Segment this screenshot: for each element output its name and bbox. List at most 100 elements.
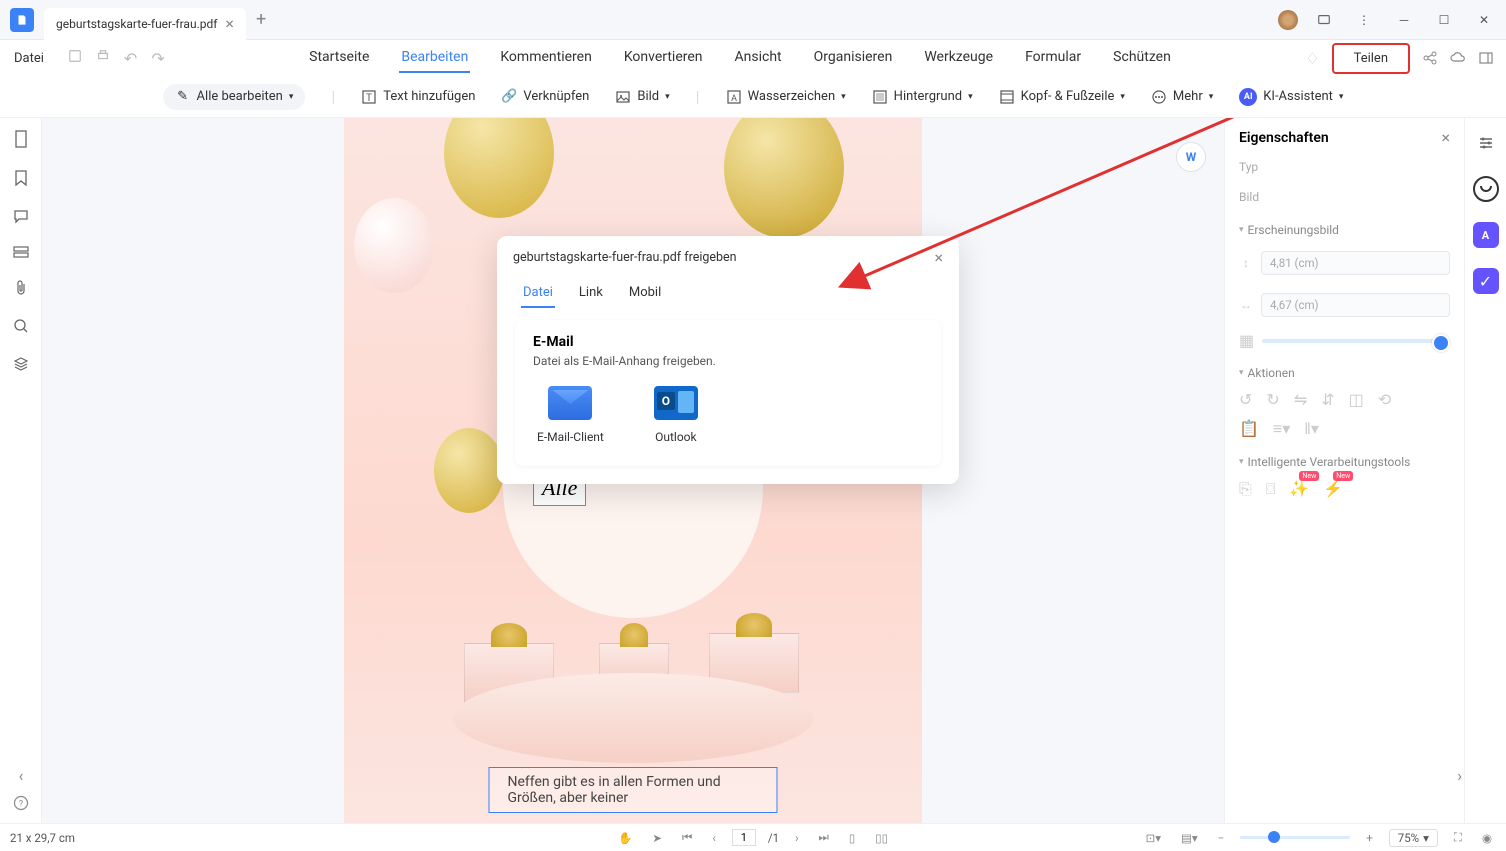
add-text-button[interactable]: T Text hinzufügen — [361, 89, 475, 105]
close-icon[interactable]: × — [225, 14, 234, 33]
check-icon[interactable]: ✓ — [1473, 268, 1499, 294]
two-page-icon[interactable]: ▯▯ — [871, 831, 892, 845]
width-input[interactable] — [1261, 293, 1450, 317]
view-mode-icon[interactable]: ▤▾ — [1177, 831, 1202, 845]
zoom-out-icon[interactable]: − — [1214, 831, 1229, 845]
zoom-value[interactable]: 75% ▾ — [1389, 829, 1438, 847]
close-window-icon[interactable]: ✕ — [1470, 6, 1498, 34]
page-input[interactable] — [732, 829, 756, 846]
zoom-slider[interactable] — [1240, 836, 1350, 839]
ai-tool-icon[interactable]: ⚡ — [1323, 479, 1343, 499]
fields-icon[interactable] — [13, 246, 29, 258]
height-icon: ↕ — [1239, 256, 1253, 270]
watermark-button[interactable]: A Wasserzeichen ▾ — [726, 89, 846, 105]
app-logo[interactable] — [10, 8, 34, 32]
extract-icon[interactable]: ⎘ — [1239, 479, 1252, 499]
ai-panel-icon[interactable]: A — [1473, 222, 1499, 248]
image-button[interactable]: Bild ▾ — [615, 89, 669, 105]
avatar[interactable] — [1278, 10, 1298, 30]
new-tab-button[interactable]: + — [256, 9, 266, 30]
flip-v-icon[interactable]: ⇵ — [1321, 390, 1334, 409]
menu-ansicht[interactable]: Ansicht — [733, 43, 784, 73]
panel-toggle-icon[interactable] — [1478, 50, 1494, 66]
outlook-option[interactable]: Outlook — [654, 386, 698, 444]
hand-tool-icon[interactable]: ✋ — [614, 831, 636, 845]
scroll-right-icon[interactable]: › — [1457, 766, 1462, 785]
save-icon[interactable] — [68, 49, 82, 68]
rotate-left-icon[interactable]: ↺ — [1239, 390, 1252, 409]
last-page-icon[interactable]: ⏭ — [815, 830, 833, 845]
ai-assist-button[interactable]: AI KI-Assistent ▾ — [1239, 88, 1343, 106]
layers-icon[interactable] — [13, 356, 29, 372]
opacity-slider[interactable] — [1262, 339, 1450, 343]
maximize-icon[interactable]: ☐ — [1430, 6, 1458, 34]
dialog-tab-link[interactable]: Link — [577, 279, 605, 308]
share-button[interactable]: Teilen — [1332, 43, 1410, 74]
word-badge[interactable]: W — [1176, 142, 1206, 172]
select-tool-icon[interactable]: ➤ — [648, 831, 666, 845]
menu-konvertieren[interactable]: Konvertieren — [622, 43, 705, 73]
tab-active[interactable]: geburtstagskarte-fuer-frau.pdf × — [44, 8, 246, 40]
undo-icon[interactable]: ↶ — [124, 49, 137, 68]
redo-icon[interactable]: ↷ — [151, 49, 164, 68]
dialog-tab-mobil[interactable]: Mobil — [627, 279, 663, 308]
height-input[interactable] — [1261, 251, 1450, 275]
thumbnail-icon[interactable] — [13, 130, 29, 148]
background-button[interactable]: Hintergrund ▾ — [872, 89, 973, 105]
comment-icon[interactable] — [13, 208, 29, 224]
read-mode-icon[interactable]: ◉ — [1478, 831, 1496, 845]
first-page-icon[interactable]: ⏮ — [678, 830, 696, 845]
close-icon[interactable]: × — [1441, 128, 1450, 147]
rotate-right-icon[interactable]: ↻ — [1266, 390, 1279, 409]
dialog-tab-datei[interactable]: Datei — [521, 279, 555, 308]
email-client-option[interactable]: E-Mail-Client — [537, 386, 604, 444]
replace-icon[interactable]: ⟲ — [1378, 390, 1391, 409]
ocr-icon[interactable]: ⌼ — [1266, 479, 1276, 499]
file-menu[interactable]: Datei — [0, 51, 58, 66]
single-page-icon[interactable]: ▯ — [845, 831, 859, 845]
enhance-icon[interactable]: ✨ — [1289, 479, 1309, 499]
help-icon[interactable]: ? — [13, 795, 29, 811]
menu-kommentieren[interactable]: Kommentieren — [498, 43, 593, 73]
settings-icon[interactable] — [1473, 130, 1499, 156]
menu-startseite[interactable]: Startseite — [307, 43, 371, 73]
menu-schuetzen[interactable]: Schützen — [1111, 43, 1173, 73]
prev-page-icon[interactable]: ‹ — [708, 831, 719, 845]
flip-h-icon[interactable]: ⇋ — [1294, 390, 1307, 409]
kebab-icon[interactable]: ⋮ — [1350, 6, 1378, 34]
cloud-icon[interactable] — [1450, 50, 1466, 66]
align-icon[interactable]: ≡▾ — [1273, 419, 1290, 439]
type-label: Typ — [1239, 160, 1258, 174]
menu-werkzeuge[interactable]: Werkzeuge — [922, 43, 995, 73]
caption-text-box[interactable]: Neffen gibt es in allen Formen und Größe… — [489, 767, 778, 813]
search-icon[interactable] — [13, 318, 29, 334]
menu-bearbeiten[interactable]: Bearbeiten — [399, 43, 470, 73]
zoom-in-icon[interactable]: + — [1362, 831, 1377, 845]
appearance-section[interactable]: Erscheinungsbild — [1239, 223, 1450, 237]
collapse-left-icon[interactable]: ‹ — [0, 766, 42, 785]
share-link-icon[interactable] — [1422, 50, 1438, 66]
more-button[interactable]: Mehr ▾ — [1151, 89, 1213, 105]
chat-icon[interactable] — [1310, 6, 1338, 34]
robot-icon[interactable] — [1473, 176, 1499, 202]
header-footer-button[interactable]: Kopf- & Fußzeile ▾ — [999, 89, 1125, 105]
clipboard-icon[interactable]: 📋 — [1239, 419, 1259, 439]
distribute-icon[interactable]: ‖▾ — [1304, 419, 1319, 439]
lightbulb-icon[interactable]: ♢ — [1305, 49, 1319, 68]
menu-formular[interactable]: Formular — [1023, 43, 1083, 73]
edit-all-button[interactable]: ✎ Alle bearbeiten ▾ — [163, 84, 306, 110]
minimize-icon[interactable]: ─ — [1390, 6, 1418, 34]
crop-icon[interactable]: ◫ — [1349, 390, 1364, 409]
ai-assist-label: KI-Assistent — [1263, 89, 1333, 104]
next-page-icon[interactable]: › — [791, 831, 802, 845]
menu-organisieren[interactable]: Organisieren — [812, 43, 895, 73]
fullscreen-icon[interactable]: ⛶ — [1450, 830, 1466, 845]
fit-width-icon[interactable]: ⊡▾ — [1142, 831, 1165, 845]
bookmark-icon[interactable] — [14, 170, 28, 186]
attachment-icon[interactable] — [14, 280, 28, 296]
actions-section[interactable]: Aktionen — [1239, 366, 1450, 380]
link-button[interactable]: 🔗 Verknüpfen — [501, 89, 589, 105]
close-icon[interactable]: × — [934, 248, 943, 267]
print-icon[interactable] — [96, 49, 110, 68]
smart-section[interactable]: Intelligente Verarbeitungstools — [1239, 455, 1450, 469]
